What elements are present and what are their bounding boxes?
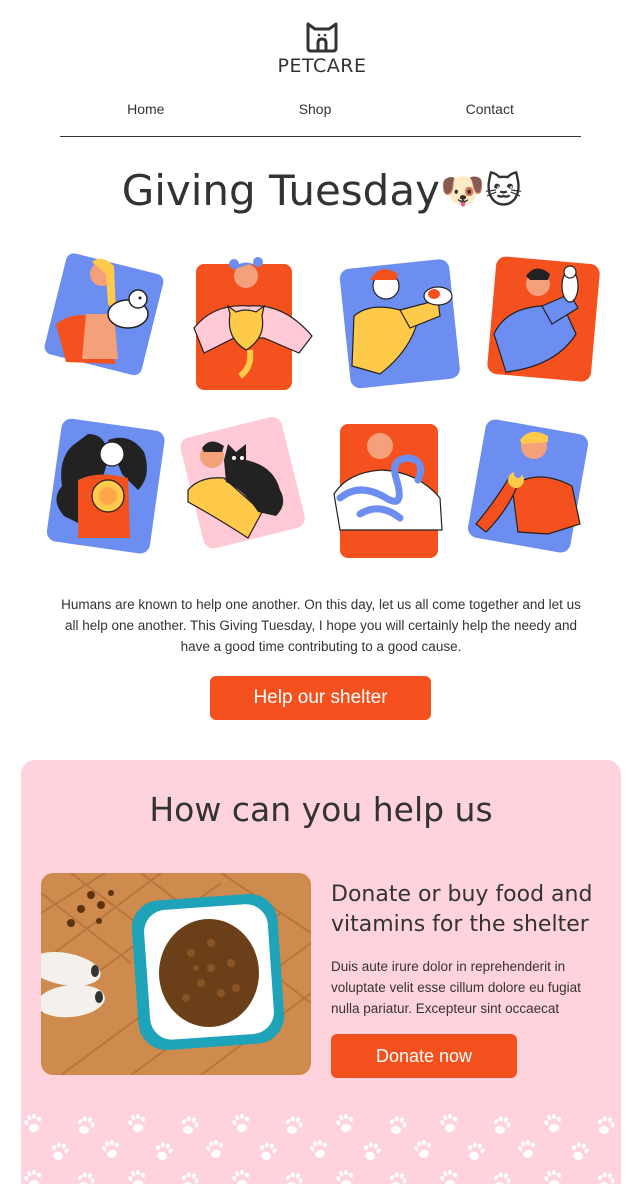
help-section: How can you help us Donate or buy food a… xyxy=(21,760,621,1184)
email-page: PETCARE Home Shop Contact Giving Tuesday… xyxy=(0,0,644,1184)
hero-title-text: Giving Tuesday xyxy=(121,166,440,215)
donate-text: Duis aute irure dolor in reprehenderit i… xyxy=(331,959,581,1016)
intro-text: Humans are known to help one another. On… xyxy=(61,597,581,654)
illustration-person-with-hamster xyxy=(339,256,460,389)
donate-now-button[interactable]: Donate now xyxy=(331,1034,517,1078)
illustration-person-with-white-rat xyxy=(486,254,601,382)
nav-home-link[interactable]: Home xyxy=(127,96,164,117)
illustration-person-with-snake xyxy=(330,418,445,558)
nav-shop-link[interactable]: Shop xyxy=(299,96,332,117)
cat-house-icon xyxy=(306,22,338,53)
illustration-person-with-ginger-cat xyxy=(193,257,313,390)
donate-heading: Donate or buy food and vitamins for the … xyxy=(331,882,593,937)
illustration-person-with-white-dog xyxy=(44,253,164,376)
nav-contact-link[interactable]: Contact xyxy=(466,96,514,117)
paw-print-pattern xyxy=(21,1110,621,1184)
illustration-person-with-bird xyxy=(467,419,589,553)
dog-cat-emoji: 🐶🐱 xyxy=(439,171,523,212)
hero-title: Giving Tuesday🐶🐱 xyxy=(0,166,644,215)
brand-logo[interactable]: PETCARE xyxy=(0,16,644,77)
help-our-shelter-button[interactable]: Help our shelter xyxy=(210,676,431,720)
pet-food-bowl-image xyxy=(41,873,311,1075)
brand-name: PETCARE xyxy=(277,55,367,77)
illustration-person-with-black-cat xyxy=(180,416,305,549)
help-section-title: How can you help us xyxy=(149,790,493,829)
illustration-person-with-lion-toy xyxy=(46,418,165,554)
main-nav: Home Shop Contact xyxy=(60,96,581,137)
